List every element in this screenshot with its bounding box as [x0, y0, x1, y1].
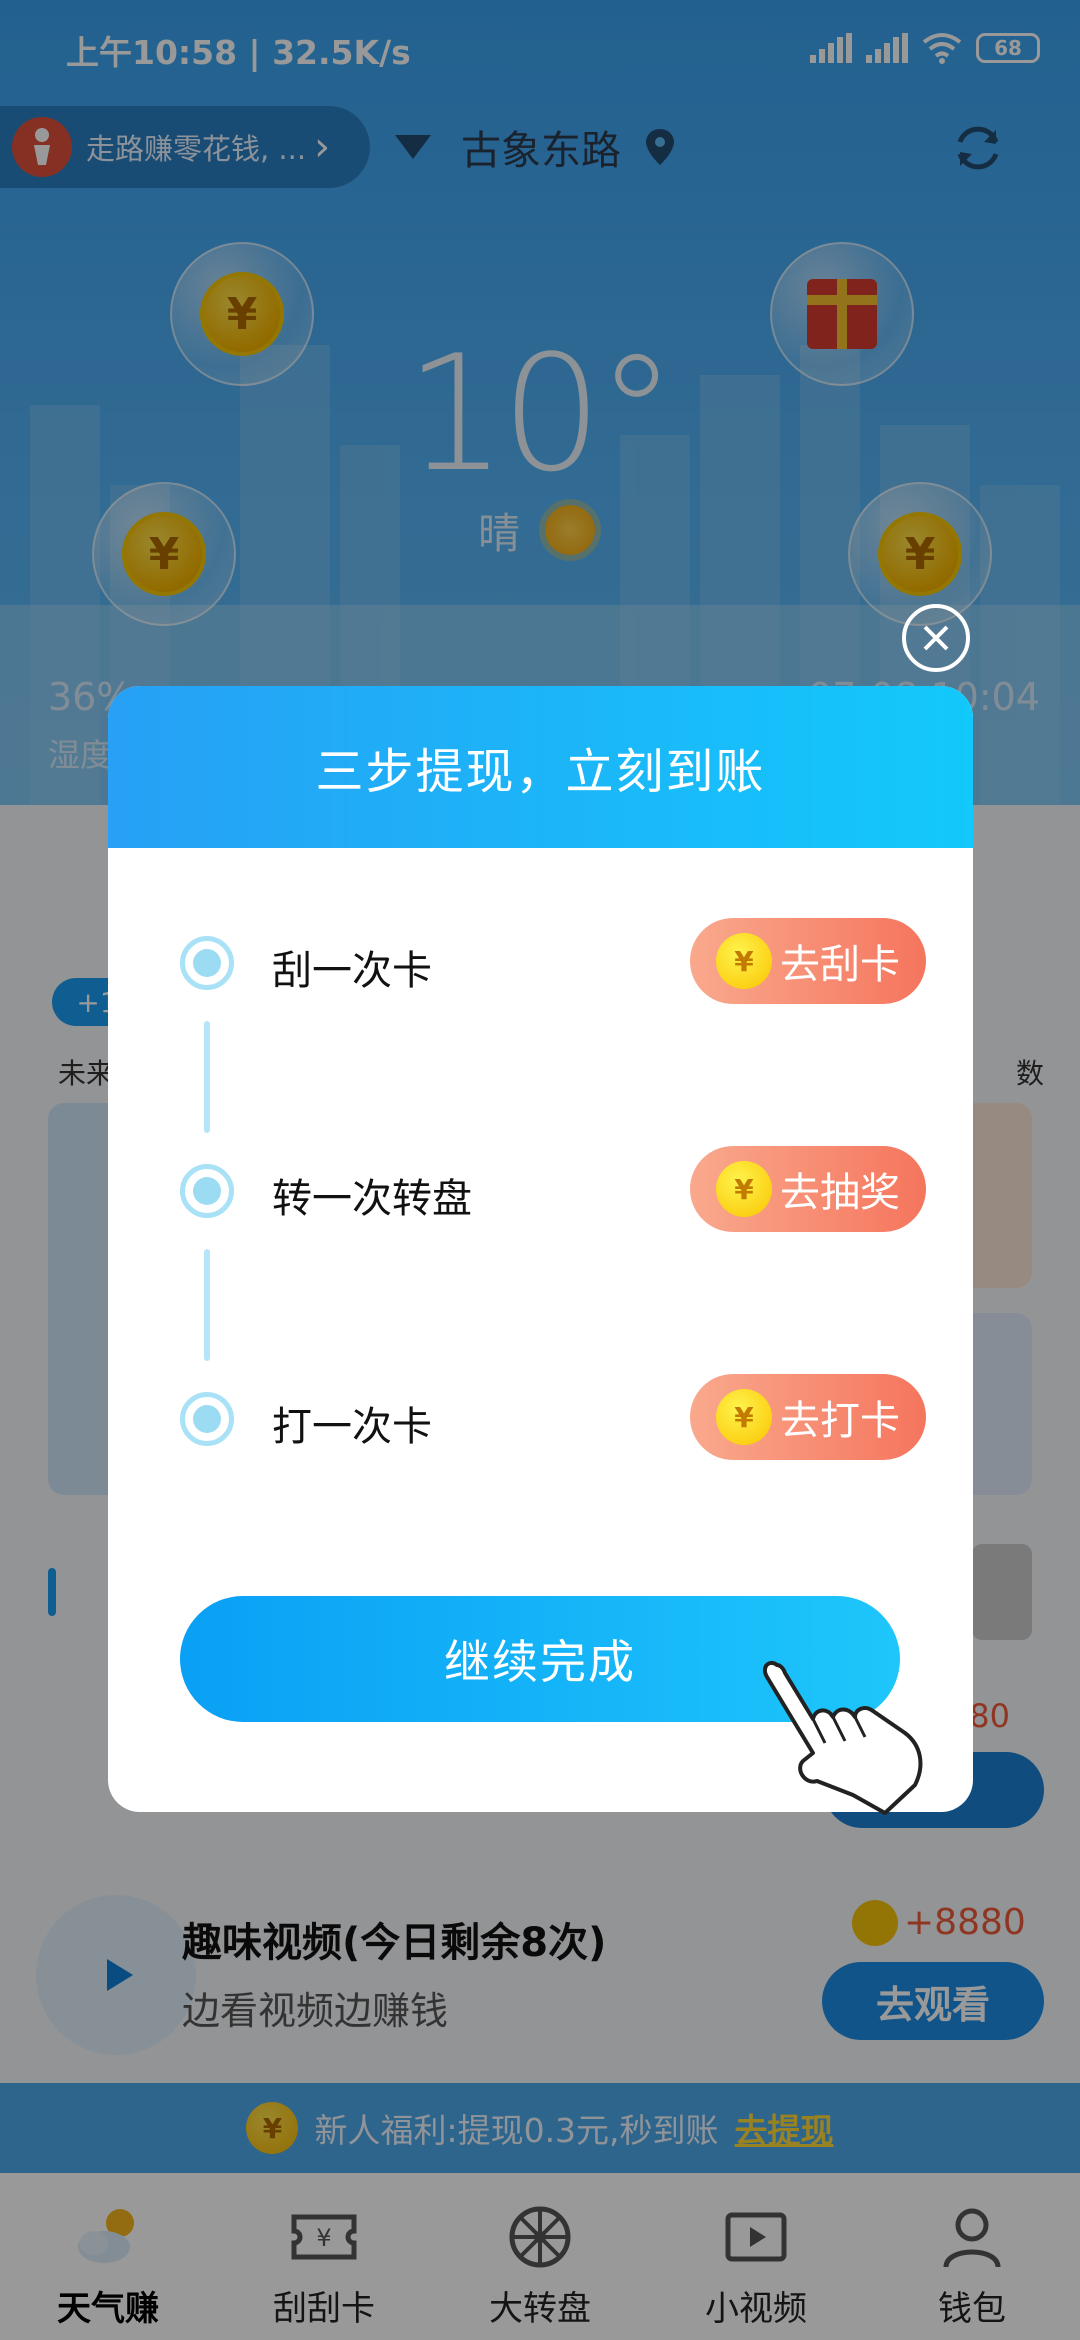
step-wheel: 转一次转盘 ¥ 去抽奖 [108, 1146, 973, 1236]
button-label: 去抽奖 [780, 1170, 900, 1216]
step-label: 打一次卡 [272, 1404, 432, 1450]
withdraw-steps-dialog: 三步提现，立刻到账 刮一次卡 ¥ 去刮卡 转一次转盘 ¥ 去抽奖 打一次卡 ¥ … [108, 686, 973, 1812]
coin-icon: ¥ [716, 933, 772, 989]
step-radio-icon [180, 1392, 234, 1446]
step-label: 转一次转盘 [272, 1176, 472, 1222]
step-radio-icon [180, 1164, 234, 1218]
coin-icon: ¥ [716, 1389, 772, 1445]
step-radio-icon [180, 936, 234, 990]
close-icon [923, 625, 949, 651]
button-label: 去刮卡 [780, 942, 900, 988]
pointing-hand-icon [762, 1660, 923, 1815]
check-in-button[interactable]: ¥ 去打卡 [690, 1374, 926, 1460]
step-checkin: 打一次卡 ¥ 去打卡 [108, 1374, 973, 1464]
scratch-card-button[interactable]: ¥ 去刮卡 [690, 918, 926, 1004]
coin-icon: ¥ [716, 1161, 772, 1217]
lottery-button[interactable]: ¥ 去抽奖 [690, 1146, 926, 1232]
step-scratch: 刮一次卡 ¥ 去刮卡 [108, 918, 973, 1008]
step-connector [204, 1249, 210, 1361]
step-label: 刮一次卡 [272, 948, 432, 994]
close-dialog-button[interactable] [902, 604, 970, 672]
button-label: 去打卡 [780, 1398, 900, 1444]
step-connector [204, 1021, 210, 1133]
dialog-title: 三步提现，立刻到账 [108, 686, 973, 848]
